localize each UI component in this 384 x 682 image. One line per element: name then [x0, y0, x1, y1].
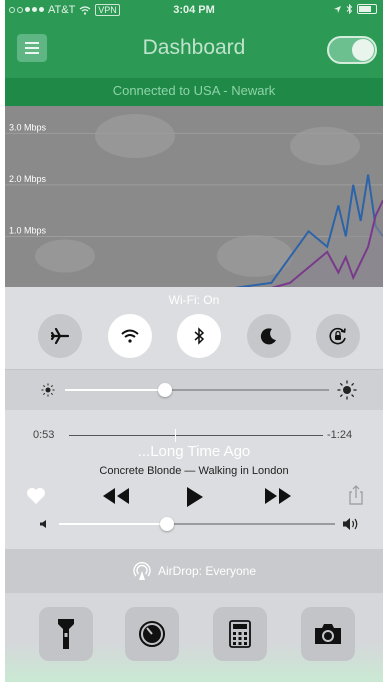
- calculator-icon: [229, 620, 251, 648]
- bluetooth-icon: [194, 327, 205, 345]
- volume-low-icon: [40, 520, 46, 528]
- status-right: [333, 4, 377, 14]
- status-time: 3:04 PM: [173, 4, 215, 16]
- y-tick-label: 2.0 Mbps: [9, 174, 47, 184]
- chart-bg-cloud: [95, 114, 175, 158]
- volume-section: [5, 512, 383, 536]
- heart-icon[interactable]: [25, 486, 47, 506]
- brightness-high-icon: [337, 380, 357, 400]
- scrub-head[interactable]: [175, 429, 177, 442]
- timer-button[interactable]: [125, 607, 179, 661]
- phone-screen: AT&T VPN 3:04 PM Dashboard Connected to …: [5, 0, 383, 682]
- airdrop-label: AirDrop: Everyone: [157, 564, 257, 578]
- airdrop-button[interactable]: AirDrop: Everyone: [5, 549, 383, 593]
- rotation-lock-toggle[interactable]: [316, 314, 360, 358]
- volume-thumb[interactable]: [159, 517, 174, 531]
- elapsed-time: 0:53: [33, 429, 55, 441]
- control-center: Wi-Fi: On 0:53 -1:24 ...Long Time Ago Co…: [5, 287, 383, 682]
- rotation-lock-icon: [329, 327, 346, 345]
- volume-slider[interactable]: [59, 523, 335, 525]
- do-not-disturb-toggle[interactable]: [246, 314, 291, 358]
- y-tick-label: 3.0 Mbps: [9, 122, 47, 132]
- toggle-row: [38, 314, 360, 358]
- app-header: Dashboard: [5, 22, 383, 78]
- wifi-status-text: Wi-Fi: On: [168, 293, 220, 307]
- moon-icon: [260, 328, 276, 345]
- chart-svg: 3.0 Mbps 2.0 Mbps 1.0 Mbps: [5, 114, 383, 289]
- wifi-icon: [120, 329, 139, 343]
- fast-forward-icon[interactable]: [263, 486, 293, 506]
- camera-icon: [315, 624, 341, 644]
- airdrop-icon: [133, 562, 151, 580]
- chart-bg-cloud: [35, 239, 95, 273]
- bluetooth-toggle[interactable]: [177, 314, 221, 358]
- airplane-toggle[interactable]: [38, 314, 82, 358]
- brightness-section: [5, 370, 383, 410]
- quick-apps: [5, 593, 383, 682]
- play-icon[interactable]: [185, 486, 205, 508]
- song-title: ...Long Time Ago: [137, 443, 251, 460]
- calculator-button[interactable]: [213, 607, 267, 661]
- connection-status: Connected to USA - Newark: [5, 78, 383, 106]
- brightness-low-icon: [41, 383, 55, 397]
- status-bar: AT&T VPN 3:04 PM: [5, 0, 383, 22]
- rewind-icon[interactable]: [101, 486, 131, 506]
- battery-icon: [357, 4, 377, 14]
- vpn-toggle[interactable]: [327, 36, 377, 64]
- flashlight-icon: [58, 619, 74, 649]
- chart-bg-cloud: [290, 126, 360, 166]
- speed-chart: 3.0 Mbps 2.0 Mbps 1.0 Mbps: [5, 106, 383, 296]
- scrub-slider[interactable]: [69, 435, 323, 436]
- camera-button[interactable]: [301, 607, 355, 661]
- brightness-slider[interactable]: [65, 389, 329, 391]
- flashlight-button[interactable]: [39, 607, 93, 661]
- artist-album: Concrete Blonde — Walking in London: [99, 465, 289, 477]
- volume-high-icon: [343, 518, 358, 530]
- music-scrubber: 0:53 -1:24: [5, 421, 383, 442]
- wifi-toggle[interactable]: [107, 314, 152, 358]
- bluetooth-status-icon: [346, 4, 353, 14]
- share-icon[interactable]: [349, 485, 363, 505]
- remaining-time: -1:24: [327, 429, 353, 441]
- brightness-thumb[interactable]: [158, 383, 173, 397]
- location-icon: [334, 5, 341, 13]
- timer-icon: [139, 621, 165, 647]
- y-tick-label: 1.0 Mbps: [9, 225, 47, 235]
- toggle-knob: [352, 39, 374, 61]
- airplane-icon: [50, 327, 70, 345]
